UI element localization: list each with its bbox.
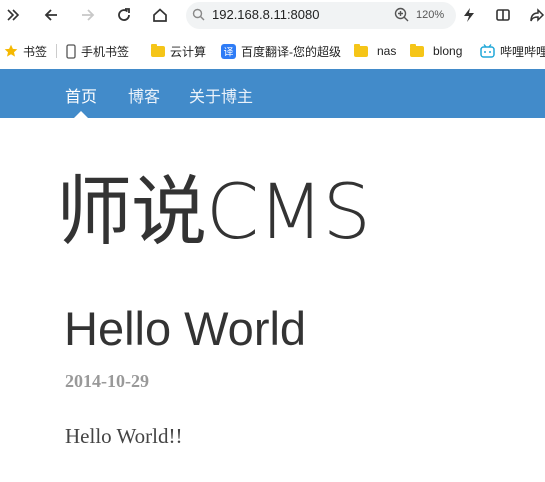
star-icon [4,44,18,58]
bookmark-item[interactable]: 译 百度翻译-您的超级 [221,42,341,60]
bookmark-label: blong [433,44,463,58]
bookmark-item[interactable]: 哔哩哔哩 [480,42,545,60]
home-icon[interactable] [147,2,173,28]
nav-item-home[interactable]: 首页 [65,83,97,107]
bookmarks-bar: 书签 手机书签 云计算 译 百度翻译-您的超级 nas blong 哔哩哔哩 [0,38,545,64]
nav-item-blog[interactable]: 博客 [128,83,160,107]
post-body: Hello World!! [65,424,183,448]
folder-icon [354,43,368,57]
phone-icon [66,43,76,59]
post-title[interactable]: Hello World [64,305,306,352]
reader-mode-icon[interactable] [490,2,516,28]
forward-arrow-icon[interactable] [75,2,101,28]
browser-toolbar: 192.168.8.11:8080 120% [0,0,545,30]
bookmark-item[interactable]: 手机书签 [66,42,129,60]
translate-icon: 译 [221,43,236,59]
bookmark-item[interactable]: 云计算 [151,42,206,60]
bookmark-separator [56,44,57,58]
post-date: 2014-10-29 [65,371,149,391]
folder-icon [151,43,165,57]
back-arrow-icon[interactable] [38,2,64,28]
bookmark-label: 书签 [23,44,48,59]
bookmark-label: 哔哩哔哩 [500,44,545,59]
bilibili-icon [480,44,495,58]
zoom-in-icon[interactable] [394,7,409,27]
bookmark-item[interactable]: nas [354,42,396,60]
bookmark-item[interactable]: blong [410,42,462,60]
bookmark-label: nas [377,44,397,58]
zoom-level[interactable]: 120% [416,9,444,21]
address-bar[interactable]: 192.168.8.11:8080 120% [186,2,456,29]
url-text[interactable]: 192.168.8.11:8080 [212,7,319,22]
bookmark-item[interactable]: 书签 [4,42,47,60]
bookmark-label: 百度翻译-您的超级 [241,44,341,59]
search-icon [192,8,205,26]
share-icon[interactable] [524,2,545,28]
nav-item-about[interactable]: 关于博主 [189,83,253,107]
active-nav-caret [74,111,88,118]
svg-text:译: 译 [224,46,234,58]
reload-icon[interactable] [111,2,137,28]
folder-icon [410,43,424,57]
site-title: 师说CMS [56,167,371,256]
bookmark-label: 手机书签 [81,44,130,59]
lightning-icon[interactable] [456,2,482,28]
bookmark-label: 云计算 [170,44,207,59]
sidebar-toggle-icon[interactable] [0,2,26,28]
